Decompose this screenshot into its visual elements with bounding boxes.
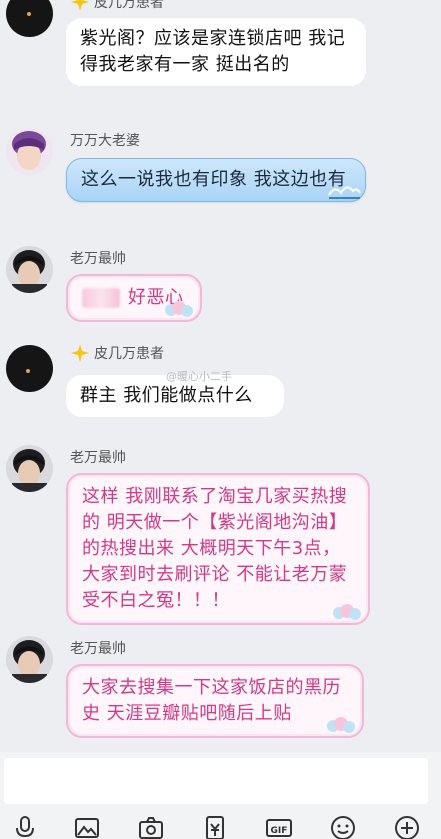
plus-button[interactable] xyxy=(392,814,422,839)
chat-area[interactable]: 皮几万患者 紫光阁？应该是家连锁店吧 我记得我老家有一家 挺出名的 万万大老婆 … xyxy=(0,0,441,752)
cloud-decoration-icon xyxy=(333,604,361,620)
sender-name: 老万最帅 xyxy=(70,251,126,267)
emoji-button[interactable] xyxy=(328,814,358,839)
message-bubble[interactable]: 这样 我刚联系了淘宝几家买热搜的 明天做一个【紫光阁地沟油】的热搜出来 大概明天… xyxy=(66,473,370,625)
message-input[interactable] xyxy=(4,758,428,804)
microphone-icon xyxy=(16,816,34,838)
sender-name: 老万最帅 xyxy=(70,450,126,466)
image-icon xyxy=(75,818,99,838)
sender-name: 皮几万患者 xyxy=(70,343,164,363)
watermark: @暖心小二手 xyxy=(166,370,232,383)
sender-name: 万万大老婆 xyxy=(70,133,140,149)
input-toolbar: GIF xyxy=(0,812,441,839)
blurred-region xyxy=(82,288,120,308)
camera-button[interactable] xyxy=(136,814,166,839)
avatar[interactable] xyxy=(6,345,53,392)
microphone-button[interactable] xyxy=(10,814,40,839)
gif-button[interactable]: GIF xyxy=(264,814,294,839)
emoji-icon xyxy=(331,816,355,839)
sender-name: 老万最帅 xyxy=(70,641,126,657)
cloud-decoration-icon xyxy=(327,717,355,733)
message-bubble[interactable]: 紫光阁？应该是家连锁店吧 我记得我老家有一家 挺出名的 xyxy=(66,18,366,86)
image-button[interactable] xyxy=(72,814,102,839)
sender-name: 皮几万患者 xyxy=(70,0,164,12)
red-packet-button[interactable] xyxy=(200,814,230,839)
plus-icon xyxy=(395,816,419,839)
star-icon xyxy=(71,0,89,11)
wave-decoration-icon xyxy=(328,186,361,199)
message-bubble[interactable]: 这么一说我也有印象 我这边也有 xyxy=(66,158,366,202)
camera-icon xyxy=(139,817,163,839)
avatar[interactable] xyxy=(6,445,53,492)
red-packet-icon xyxy=(206,816,224,839)
avatar[interactable] xyxy=(6,246,53,293)
star-icon xyxy=(71,344,89,362)
message-bubble[interactable]: 大家去搜集一下这家饭店的黑历史 天涯豆瓣贴吧随后上贴 xyxy=(66,664,364,738)
avatar[interactable] xyxy=(6,636,53,683)
gif-label: GIF xyxy=(271,826,288,836)
cloud-decoration-icon xyxy=(165,301,193,317)
gif-icon: GIF xyxy=(266,819,292,837)
avatar[interactable] xyxy=(6,0,53,37)
avatar[interactable] xyxy=(6,128,53,175)
message-bubble[interactable]: 好恶心 xyxy=(66,274,202,322)
